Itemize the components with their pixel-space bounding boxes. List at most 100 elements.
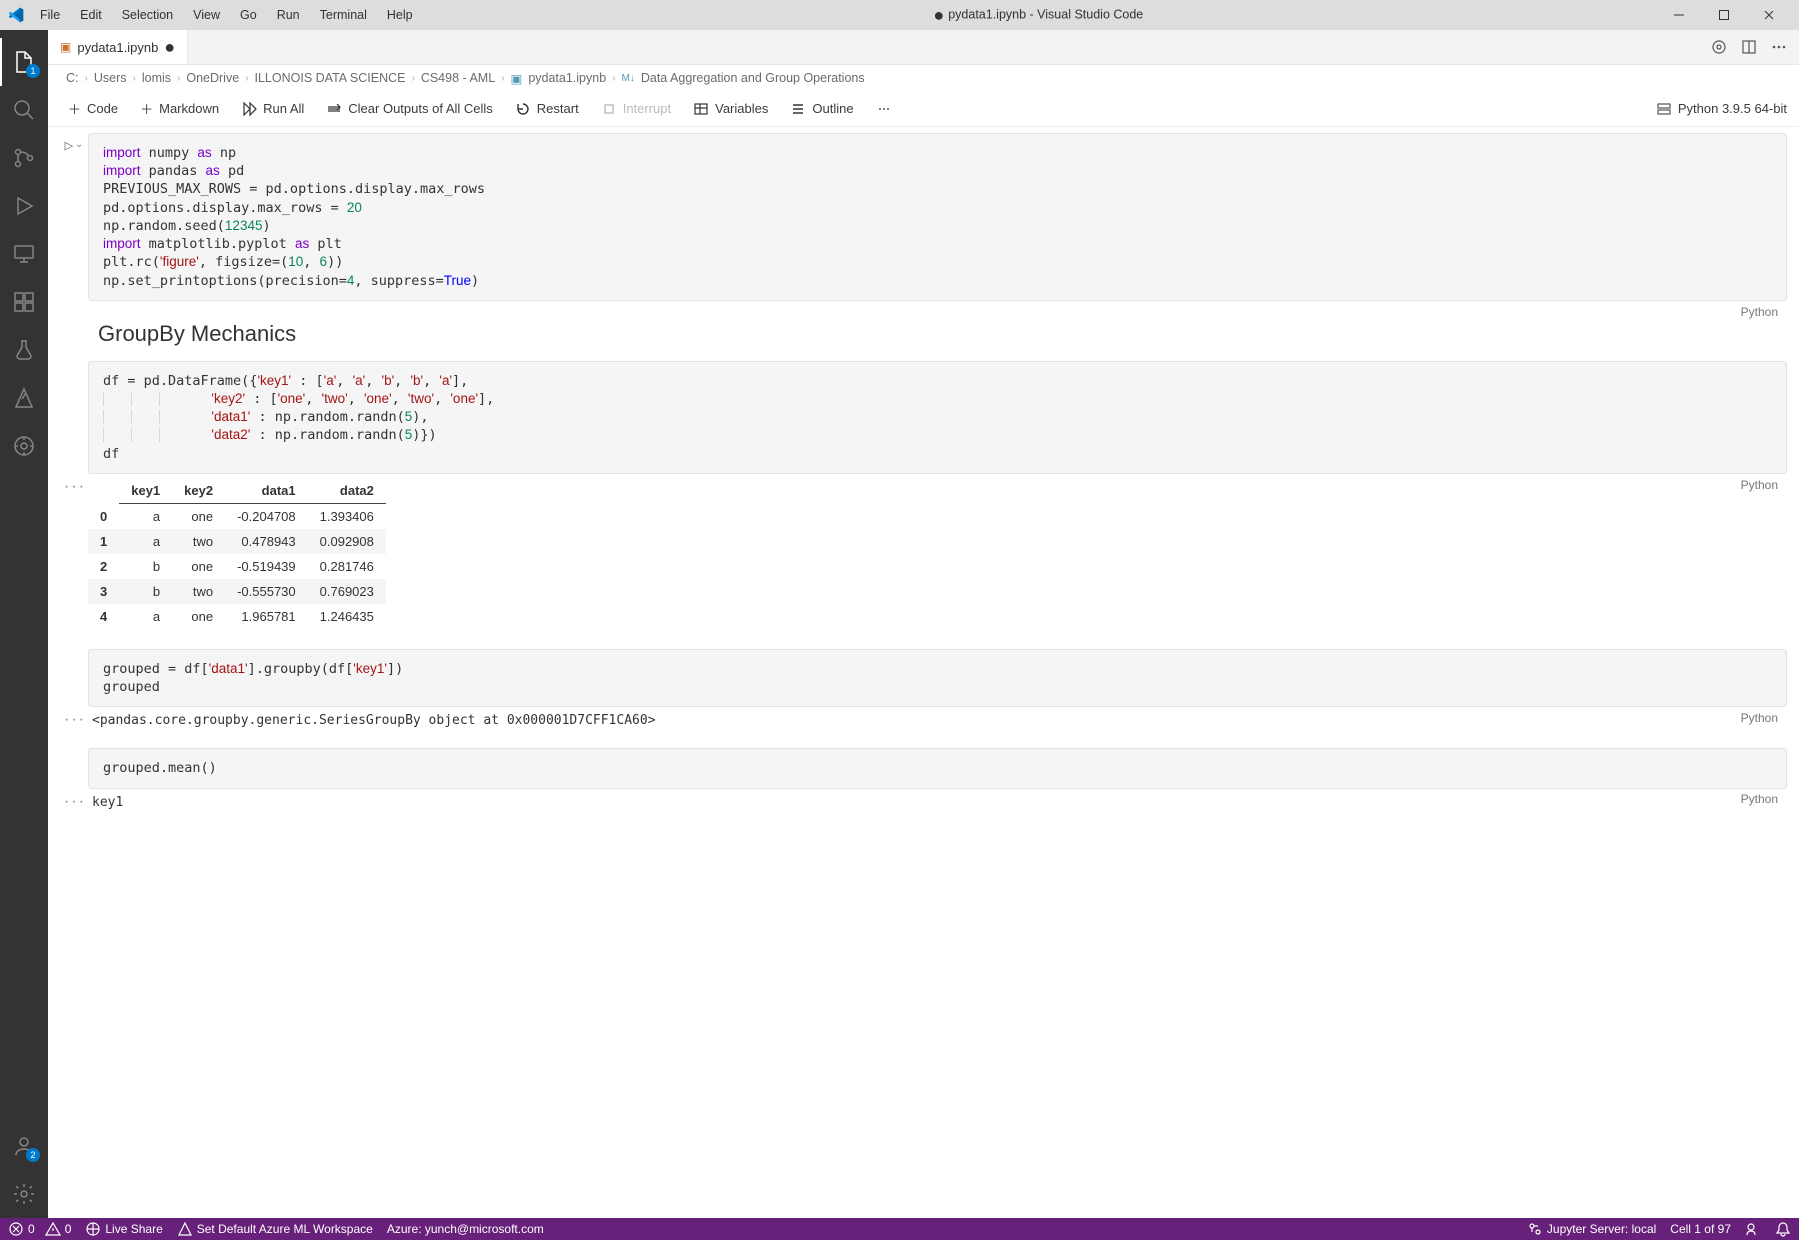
breadcrumb-file[interactable]: pydata1.ipynb bbox=[528, 71, 606, 85]
breadcrumb-item[interactable]: OneDrive bbox=[186, 71, 239, 85]
notebook-file-icon: ▣ bbox=[511, 71, 523, 86]
add-markdown-button[interactable]: ＋Markdown bbox=[132, 95, 227, 122]
source-control-icon[interactable] bbox=[0, 134, 48, 182]
breadcrumb-item[interactable]: CS498 - AML bbox=[421, 71, 495, 85]
notifications-icon[interactable] bbox=[1775, 1221, 1791, 1237]
code-input[interactable]: grouped.mean()Python bbox=[88, 748, 1787, 788]
breadcrumb-item[interactable]: C: bbox=[66, 71, 79, 85]
outline-button[interactable]: Outline bbox=[782, 97, 861, 121]
feedback-icon[interactable] bbox=[1745, 1221, 1761, 1237]
breadcrumb: C:› Users› lomis› OneDrive› ILLONOIS DAT… bbox=[48, 65, 1799, 91]
run-all-button[interactable]: Run All bbox=[233, 97, 312, 121]
maximize-button[interactable] bbox=[1701, 0, 1746, 30]
menu-help[interactable]: Help bbox=[379, 4, 421, 26]
output-toggle-icon[interactable]: ··· bbox=[64, 711, 86, 729]
breadcrumb-item[interactable]: ILLONOIS DATA SCIENCE bbox=[255, 71, 406, 85]
window-controls bbox=[1656, 0, 1791, 30]
azure-account-status[interactable]: Azure: yunch@microsoft.com bbox=[387, 1222, 544, 1236]
column-header: data2 bbox=[308, 478, 386, 504]
cell-output: ··· key1 bbox=[88, 793, 1787, 810]
code-input[interactable]: import numpy as np import pandas as pd P… bbox=[88, 133, 1787, 301]
extensions-icon[interactable] bbox=[0, 278, 48, 326]
editor-area: ▣ pydata1.ipynb ● C:› Users› lomis› OneD… bbox=[48, 30, 1799, 1218]
menu-view[interactable]: View bbox=[185, 4, 228, 26]
clear-outputs-button[interactable]: Clear Outputs of All Cells bbox=[318, 97, 501, 121]
markdown-cell[interactable]: GroupBy Mechanics bbox=[60, 321, 1787, 347]
chevron-down-icon[interactable]: ⌄ bbox=[75, 139, 83, 301]
code-cell: ▷⌄ import numpy as np import pandas as p… bbox=[60, 133, 1787, 301]
variables-button[interactable]: Variables bbox=[685, 97, 776, 121]
code-input[interactable]: grouped = df['data1'].groupby(df['key1']… bbox=[88, 649, 1787, 707]
azure-icon[interactable] bbox=[0, 374, 48, 422]
more-actions-icon[interactable] bbox=[1771, 39, 1787, 55]
activity-bar: 1 2 bbox=[0, 30, 48, 1218]
problems-status[interactable]: 0 0 bbox=[8, 1221, 71, 1237]
add-code-button[interactable]: ＋Code bbox=[60, 95, 126, 122]
code-cell: df = pd.DataFrame({'key1' : ['a', 'a', '… bbox=[60, 361, 1787, 629]
breadcrumb-item[interactable]: Users bbox=[94, 71, 127, 85]
menu-terminal[interactable]: Terminal bbox=[312, 4, 375, 26]
accounts-badge: 2 bbox=[26, 1148, 40, 1162]
menu-run[interactable]: Run bbox=[269, 4, 308, 26]
output-toggle-icon[interactable]: ··· bbox=[64, 478, 86, 496]
vscode-logo-icon bbox=[8, 7, 24, 23]
table-row: 3btwo-0.5557300.769023 bbox=[88, 579, 386, 604]
notebook-toolbar: ＋Code ＋Markdown Run All Clear Outputs of… bbox=[48, 91, 1799, 127]
cell-output: ··· key1 key2 data1 data2 0aone-0.204708… bbox=[88, 478, 1787, 629]
code-cell: grouped.mean()Python ··· key1 bbox=[60, 748, 1787, 809]
azure-workspace-status[interactable]: Set Default Azure ML Workspace bbox=[177, 1221, 373, 1237]
breadcrumb-item[interactable]: lomis bbox=[142, 71, 171, 85]
tab-title: pydata1.ipynb bbox=[77, 40, 158, 55]
kernel-selector[interactable]: Python 3.9.5 64-bit bbox=[1678, 101, 1787, 116]
remote-explorer-icon[interactable] bbox=[0, 230, 48, 278]
customize-notebook-icon[interactable] bbox=[1711, 39, 1727, 55]
testing-icon[interactable] bbox=[0, 326, 48, 374]
menu-bar: File Edit Selection View Go Run Terminal… bbox=[32, 4, 421, 26]
split-editor-icon[interactable] bbox=[1741, 39, 1757, 55]
markdown-cell-icon: M↓ bbox=[622, 73, 635, 84]
search-icon[interactable] bbox=[0, 86, 48, 134]
explorer-badge: 1 bbox=[26, 64, 40, 78]
column-header: data1 bbox=[225, 478, 308, 504]
server-icon bbox=[1656, 101, 1672, 117]
editor-tab[interactable]: ▣ pydata1.ipynb ● bbox=[48, 30, 188, 64]
gitlens-icon[interactable] bbox=[0, 422, 48, 470]
live-share-status[interactable]: Live Share bbox=[85, 1221, 162, 1237]
menu-edit[interactable]: Edit bbox=[72, 4, 110, 26]
menu-go[interactable]: Go bbox=[232, 4, 265, 26]
status-bar: 0 0 Live Share Set Default Azure ML Work… bbox=[0, 1218, 1799, 1240]
cell-position-status[interactable]: Cell 1 of 97 bbox=[1670, 1222, 1731, 1236]
menu-file[interactable]: File bbox=[32, 4, 68, 26]
notebook-file-icon: ▣ bbox=[60, 40, 71, 54]
tab-dirty-icon: ● bbox=[164, 38, 175, 56]
explorer-icon[interactable]: 1 bbox=[0, 38, 48, 86]
close-button[interactable] bbox=[1746, 0, 1791, 30]
breadcrumb-section[interactable]: Data Aggregation and Group Operations bbox=[641, 71, 865, 85]
column-header: key2 bbox=[172, 478, 225, 504]
text-output: <pandas.core.groupby.generic.SeriesGroup… bbox=[88, 711, 1787, 728]
code-input[interactable]: df = pd.DataFrame({'key1' : ['a', 'a', '… bbox=[88, 361, 1787, 474]
restart-button[interactable]: Restart bbox=[507, 97, 587, 121]
column-header: key1 bbox=[119, 478, 172, 504]
table-row: 1atwo0.4789430.092908 bbox=[88, 529, 386, 554]
dataframe-output: key1 key2 data1 data2 0aone-0.2047081.39… bbox=[88, 478, 386, 629]
menu-selection[interactable]: Selection bbox=[114, 4, 181, 26]
table-row: 2bone-0.5194390.281746 bbox=[88, 554, 386, 579]
more-toolbar-icon[interactable] bbox=[868, 97, 900, 121]
interrupt-button[interactable]: Interrupt bbox=[593, 97, 679, 121]
table-row: 0aone-0.2047081.393406 bbox=[88, 503, 386, 529]
jupyter-server-status[interactable]: Jupyter Server: local bbox=[1527, 1221, 1656, 1237]
settings-gear-icon[interactable] bbox=[0, 1170, 48, 1218]
output-toggle-icon[interactable]: ··· bbox=[64, 793, 86, 811]
notebook-body[interactable]: ▷⌄ import numpy as np import pandas as p… bbox=[48, 127, 1799, 1218]
run-cell-icon[interactable]: ▷ bbox=[65, 139, 73, 301]
table-row: 4aone1.9657811.246435 bbox=[88, 604, 386, 629]
text-output: key1 bbox=[88, 793, 1787, 810]
minimize-button[interactable] bbox=[1656, 0, 1701, 30]
heading: GroupBy Mechanics bbox=[98, 321, 1787, 347]
accounts-icon[interactable]: 2 bbox=[0, 1122, 48, 1170]
cell-language-label[interactable]: Python bbox=[1741, 304, 1778, 320]
cell-output: ··· <pandas.core.groupby.generic.SeriesG… bbox=[88, 711, 1787, 728]
run-debug-icon[interactable] bbox=[0, 182, 48, 230]
title-bar: File Edit Selection View Go Run Terminal… bbox=[0, 0, 1799, 30]
